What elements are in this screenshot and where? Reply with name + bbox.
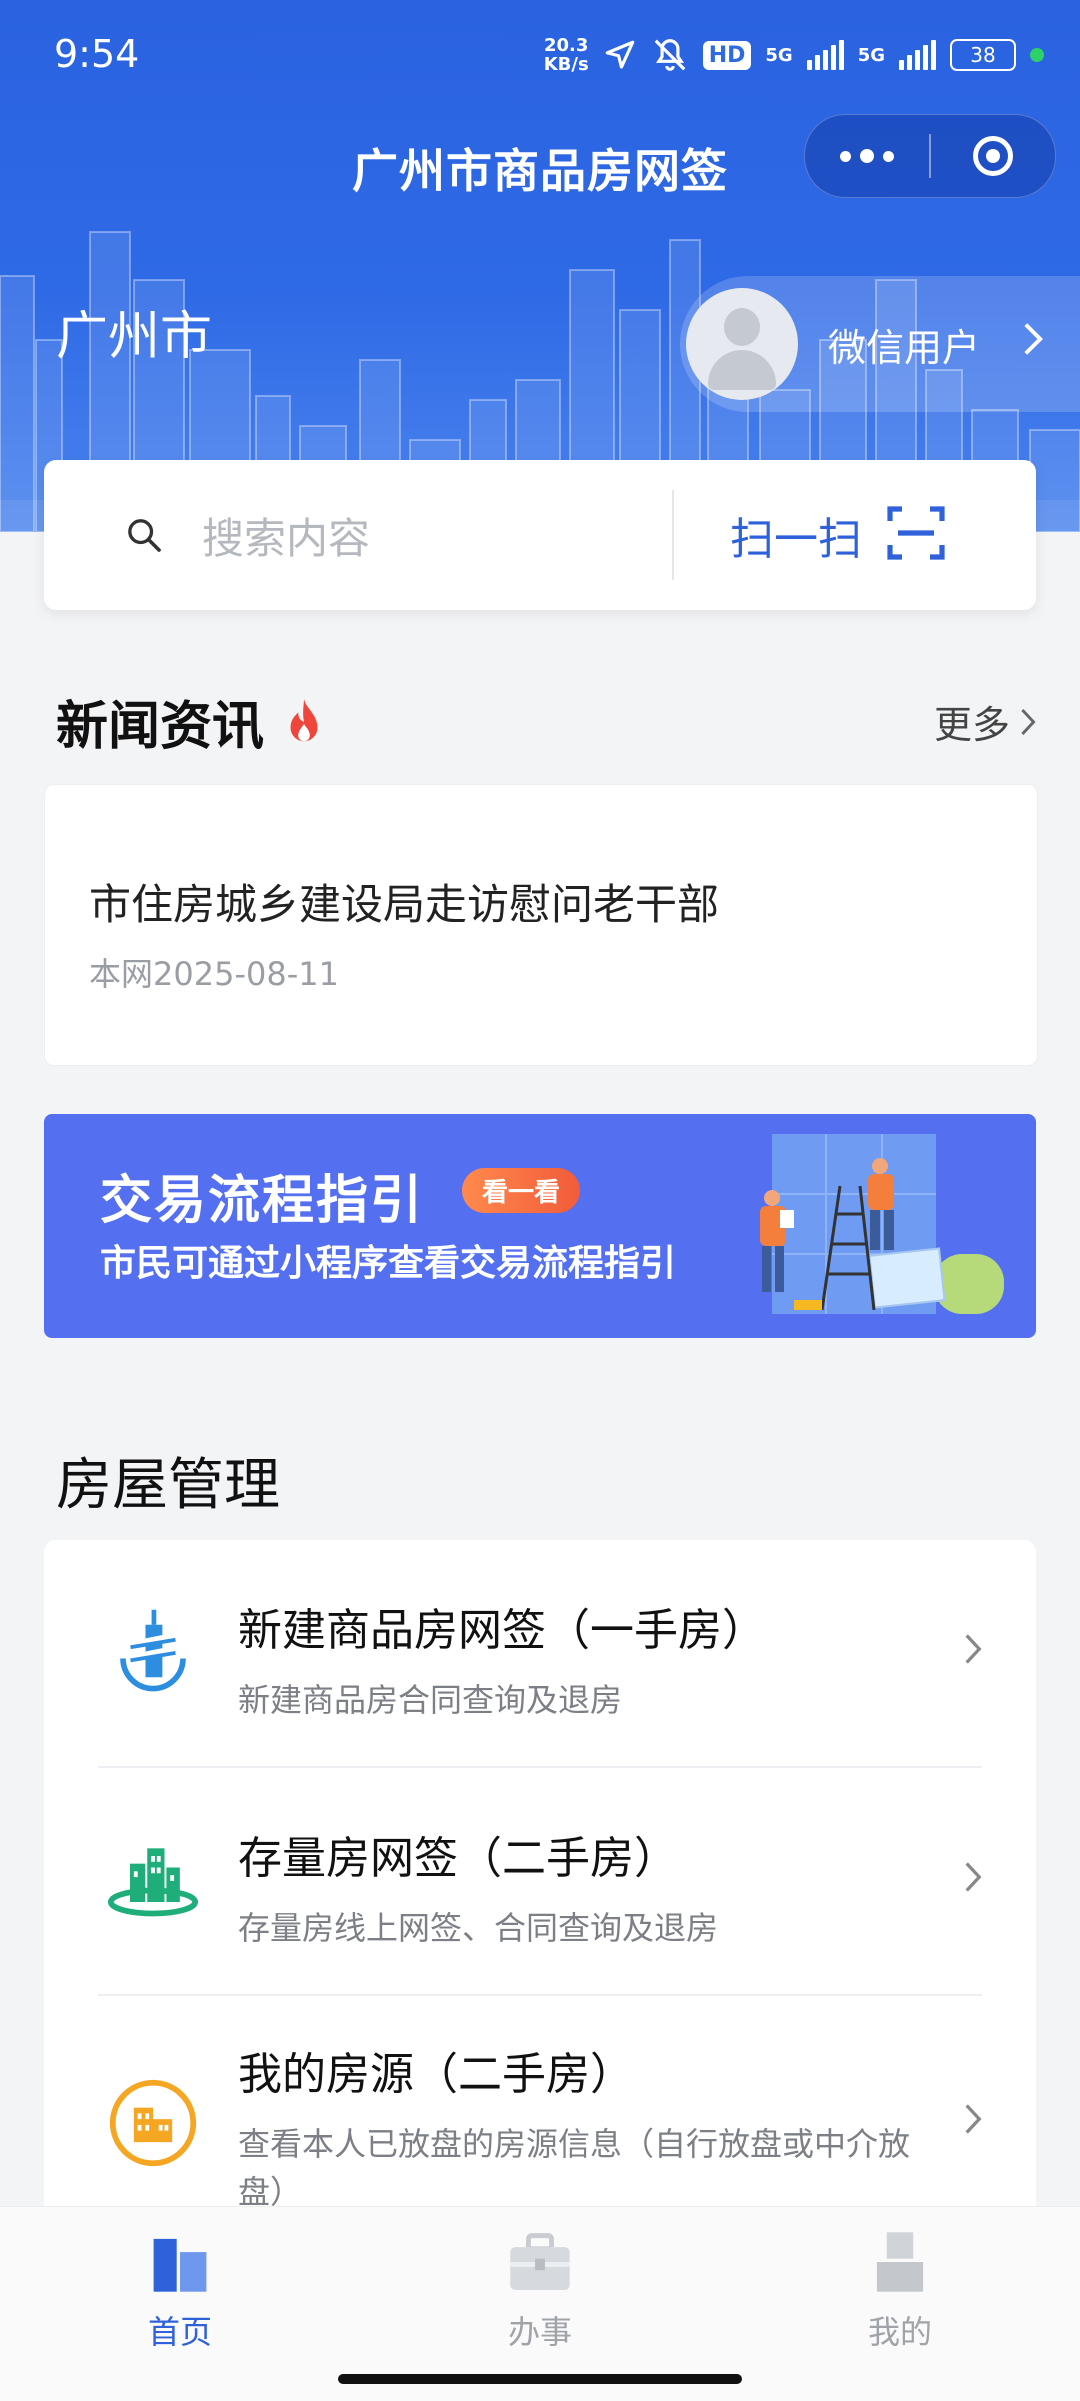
status-bar: 9:54 20.3 KB/s HD 5G 5G 38 [0,0,1080,112]
tab-profile[interactable]: 我的 [800,2229,1000,2353]
list-item-new-house-contract[interactable]: 新建商品房网签（一手房） 新建商品房合同查询及退房 [44,1540,1036,1766]
search-card: 搜索内容 扫一扫 [44,460,1036,610]
news-meta: 本网2025-08-11 [89,955,339,993]
search-input[interactable]: 搜索内容 [202,505,672,566]
signal-bars-icon [899,40,936,70]
list-item-existing-house-contract[interactable]: 存量房网签（二手房） 存量房线上网签、合同查询及退房 [44,1768,1036,1994]
location-arrow-icon [605,40,634,69]
city-buildings-icon [106,1832,200,1926]
hd-voice-badge: HD [702,40,752,70]
avatar [686,288,798,400]
news-more-link[interactable]: 更多 [934,694,1036,749]
search-divider [672,490,674,580]
item-title: 新建商品房网签（一手房） [238,1605,766,1656]
chevron-right-icon [965,2104,982,2134]
fire-icon [290,698,318,741]
search-icon [114,515,174,555]
item-description: 查看本人已放盘的房源信息（自行放盘或中介放盘） [238,2125,911,2211]
sim2-network: 5G [857,44,885,66]
mute-bell-icon [654,39,686,71]
item-description: 存量房线上网签、合同查询及退房 [238,1909,719,1947]
transaction-guide-banner[interactable]: 交易流程指引 看一看 市民可通过小程序查看交易流程指引 [44,1114,1036,1338]
person-icon [876,2232,924,2292]
workers-illustration [760,1134,1004,1314]
house-listing-icon [106,2076,200,2170]
bottom-tab-bar: 首页 办事 我的 [0,2206,1080,2401]
house-management-title: 房屋管理 [56,1453,280,1518]
tab-home[interactable]: 首页 [80,2229,280,2353]
home-buildings-icon [153,2238,207,2292]
house-management-card: 新建商品房网签（一手房） 新建商品房合同查询及退房 存量房网签（二手房） 存量房… [44,1540,1036,2240]
banner-title: 交易流程指引 [100,1171,425,1231]
close-miniprogram-button[interactable] [931,115,1055,197]
news-section-header: 新闻资讯 [56,684,324,759]
item-description: 新建商品房合同查询及退房 [238,1681,623,1719]
news-section-title: 新闻资讯 [56,697,265,757]
tab-label: 我的 [867,2313,932,2351]
banner-subtitle: 市民可通过小程序查看交易流程指引 [100,1243,677,1284]
tab-label: 首页 [147,2313,212,2351]
item-title: 存量房网签（二手房） [238,1833,678,1884]
sim1-network: 5G [765,44,793,66]
news-card[interactable]: 市住房城乡建设局走访慰问老干部 本网2025-08-11 [44,784,1038,1066]
status-time: 9:54 [54,32,140,76]
tab-services[interactable]: 办事 [440,2229,640,2353]
tab-label: 办事 [507,2313,572,2351]
banner-view-badge[interactable]: 看一看 [462,1168,581,1213]
battery-icon: 38 [950,39,1016,71]
news-headline: 市住房城乡建设局走访慰问老干部 [89,880,720,929]
net-speed: 20.3 KB/s [543,35,589,75]
chevron-right-icon [1022,321,1044,367]
briefcase-icon [510,2233,570,2291]
city-selector[interactable]: 广州市 [56,294,212,369]
item-title: 我的房源（二手房） [238,2049,634,2100]
scan-button[interactable]: 扫一扫 [730,503,862,567]
target-icon [972,136,1013,176]
header-banner: 9:54 20.3 KB/s HD 5G 5G 38 广州市商品房网签 广州市 [0,0,1080,532]
privacy-indicator-dot [1030,48,1044,62]
list-item-my-listings[interactable]: 我的房源（二手房） 查看本人已放盘的房源信息（自行放盘或中介放盘） [44,1996,1036,2240]
signal-bars-icon [806,40,844,70]
miniprogram-capsule [804,114,1056,198]
home-indicator[interactable] [338,2374,742,2384]
user-name: 微信用户 [828,325,981,370]
more-menu-button[interactable] [805,115,929,197]
status-icons: 20.3 KB/s HD 5G 5G 38 [544,30,1044,80]
user-profile-chip[interactable]: 微信用户 [680,276,1080,412]
building-tower-icon [106,1604,200,1698]
chevron-right-icon [965,1634,982,1664]
scan-qr-icon[interactable] [886,503,946,567]
chevron-right-icon [1021,708,1036,735]
chevron-right-icon [965,1862,982,1892]
